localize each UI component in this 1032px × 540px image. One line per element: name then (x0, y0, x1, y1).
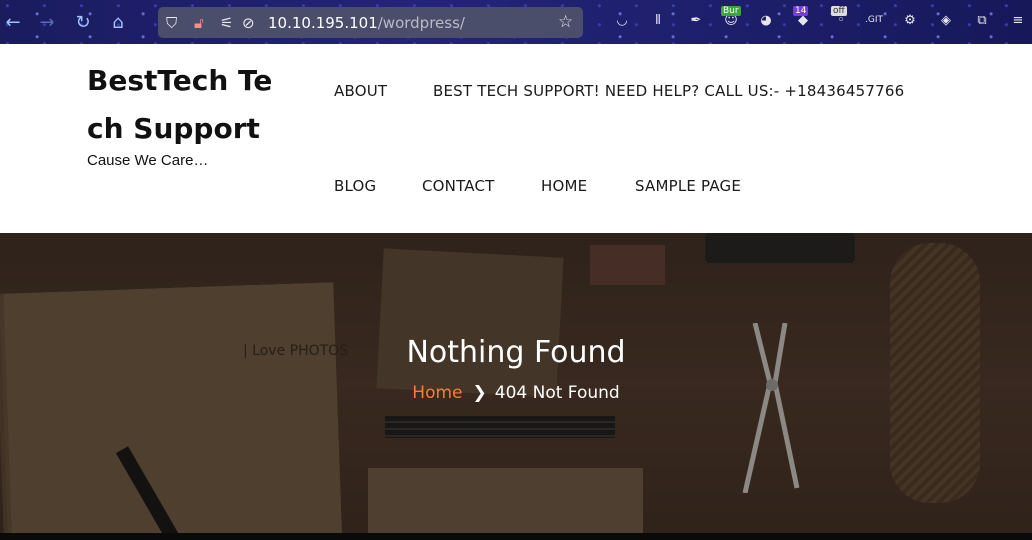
nav-support-phone[interactable]: BEST TECH SUPPORT! NEED HELP? CALL US:- … (433, 82, 904, 100)
url-bar[interactable]: ⛉ 🔓︎ ⚟ ⊘ 10.10.195.101/wordpress/ ☆ (158, 7, 583, 38)
hero-title: Nothing Found (406, 335, 626, 370)
permissions-icon[interactable]: ⚟ (220, 14, 233, 32)
tracking-off-icon[interactable]: ⊘ (242, 14, 255, 32)
shield-icon[interactable]: ⛉ (166, 14, 177, 32)
star-icon[interactable]: ☆ (558, 12, 573, 32)
browser-toolbar: ← → ↻ ⌂ ⛉ 🔓︎ ⚟ ⊘ 10.10.195.101/wordpress… (0, 0, 1032, 44)
page-bottom-strip (0, 533, 1032, 540)
reload-button[interactable]: ↻ (70, 9, 96, 35)
arrow-left-icon: ← (5, 11, 21, 33)
extensions-puzzle-icon[interactable]: ⧉ (972, 10, 992, 30)
reload-icon: ↻ (75, 11, 91, 33)
burp-extension-icon[interactable]: ☺ Bur (721, 6, 741, 30)
extension-14-icon[interactable]: ◆ 14 (793, 6, 813, 30)
site-tagline: Cause We Care… (87, 152, 209, 169)
forward-button[interactable]: → (34, 9, 60, 35)
breadcrumb-home-link[interactable]: Home (412, 383, 462, 403)
site-header: BestTech Tech Support Cause We Care… ABO… (0, 44, 1032, 233)
extension-off-icon[interactable]: ◦ off (831, 6, 851, 30)
menu-icon[interactable]: ≡ (1008, 10, 1028, 30)
arrow-right-icon: → (39, 11, 55, 33)
extension-off-badge: off (831, 6, 847, 16)
wappalyzer-icon[interactable]: ◈ (936, 10, 956, 30)
back-button[interactable]: ← (0, 9, 26, 35)
breadcrumb-current: 404 Not Found (494, 383, 620, 403)
library-icon[interactable]: ⫴ (648, 10, 668, 30)
extension-14-badge: 14 (793, 6, 809, 16)
chevron-right-icon: ❯ (472, 383, 487, 403)
pocket-icon[interactable]: ◡ (612, 10, 632, 30)
home-button[interactable]: ⌂ (105, 9, 131, 35)
hero-banner: | Love PHOTOS Nothing Found Home ❯ 404 Not… (0, 233, 1032, 533)
nav-sample-page[interactable]: SAMPLE PAGE (635, 177, 741, 195)
git-extension-icon[interactable]: .GIT (864, 10, 884, 30)
site-title[interactable]: BestTech Tech Support (87, 57, 287, 153)
cookie-icon[interactable]: ◕ (756, 10, 776, 30)
feather-icon[interactable]: ✒ (686, 10, 706, 30)
burp-extension-badge: Bur (721, 6, 741, 16)
nav-about[interactable]: ABOUT (334, 82, 387, 100)
nav-blog[interactable]: BLOG (334, 177, 376, 195)
gear-extension-icon[interactable]: ⚙ (900, 10, 920, 30)
nav-home[interactable]: HOME (541, 177, 587, 195)
home-icon: ⌂ (112, 11, 124, 33)
lock-icon[interactable]: 🔓︎ (194, 14, 204, 32)
url-text[interactable]: 10.10.195.101/wordpress/ (268, 14, 465, 32)
breadcrumb: Home ❯ 404 Not Found (0, 383, 1032, 403)
nav-contact[interactable]: CONTACT (422, 177, 495, 195)
